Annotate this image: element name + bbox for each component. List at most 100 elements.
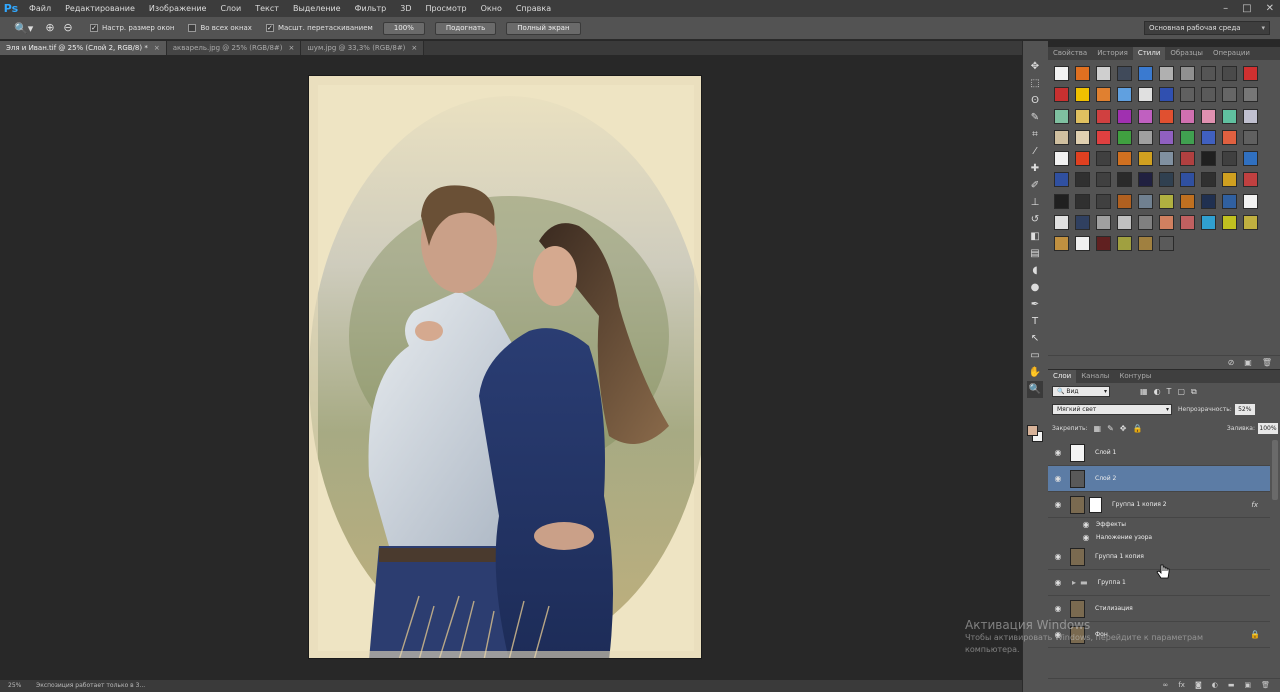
workspace-select[interactable]: Основная рабочая среда: [1144, 21, 1270, 35]
style-swatch[interactable]: [1138, 108, 1153, 124]
expand-arrow-icon[interactable]: ▸: [1072, 578, 1076, 587]
clone-stamp-tool-icon[interactable]: ⊥: [1027, 194, 1043, 211]
style-swatch[interactable]: [1243, 108, 1258, 124]
lasso-tool-icon[interactable]: ʘ: [1027, 92, 1043, 109]
lock-transparency-icon[interactable]: ▦: [1094, 424, 1102, 433]
style-swatch[interactable]: [1054, 151, 1069, 167]
style-swatch[interactable]: [1096, 172, 1111, 188]
layer-row[interactable]: ◉ Слой 1: [1048, 440, 1270, 466]
resize-windows-checkbox[interactable]: ✓ Настр. размер окон: [90, 24, 174, 32]
close-tab-icon[interactable]: ×: [289, 41, 295, 55]
style-swatch[interactable]: [1117, 236, 1132, 252]
visibility-eye-icon[interactable]: ◉: [1048, 474, 1068, 483]
add-mask-icon[interactable]: ◙: [1195, 679, 1202, 692]
doc-tab[interactable]: акварель.jpg @ 25% (RGB/8#) ×: [166, 41, 302, 55]
menu-item[interactable]: 3D: [393, 4, 418, 13]
move-tool-icon[interactable]: ✥: [1027, 58, 1043, 75]
layer-filter-select[interactable]: 🔍 Вид: [1052, 386, 1110, 397]
style-swatch[interactable]: [1222, 151, 1237, 167]
menu-item[interactable]: Изображение: [142, 4, 214, 13]
pen-tool-icon[interactable]: ✒: [1027, 296, 1043, 313]
style-swatch[interactable]: [1201, 193, 1216, 209]
style-swatch[interactable]: [1159, 129, 1174, 145]
style-swatch[interactable]: [1159, 236, 1174, 252]
link-layers-icon[interactable]: ∞: [1163, 679, 1169, 692]
visibility-eye-icon[interactable]: ◉: [1048, 604, 1068, 613]
fill-screen-button[interactable]: Полный экран: [506, 21, 581, 35]
doc-tab[interactable]: Эля и Иван.tif @ 25% (Слой 2, RGB/8) * ×: [0, 41, 167, 55]
style-swatch[interactable]: [1243, 151, 1258, 167]
type-tool-icon[interactable]: T: [1027, 313, 1043, 330]
dodge-tool-icon[interactable]: ●: [1027, 279, 1043, 296]
style-swatch[interactable]: [1075, 172, 1090, 188]
style-swatch[interactable]: [1180, 215, 1195, 231]
style-swatch[interactable]: [1201, 66, 1216, 81]
crop-tool-icon[interactable]: ⌗: [1027, 126, 1043, 143]
style-swatch[interactable]: [1201, 108, 1216, 124]
zoom-in-icon[interactable]: ⊕: [42, 20, 58, 36]
style-swatch[interactable]: [1096, 151, 1111, 167]
blur-tool-icon[interactable]: ◖: [1027, 262, 1043, 279]
eyedropper-tool-icon[interactable]: ⁄: [1027, 143, 1043, 160]
new-group-icon[interactable]: ▬: [1228, 679, 1235, 692]
style-swatch[interactable]: [1243, 172, 1258, 188]
layer-name[interactable]: Слой 2: [1095, 475, 1116, 482]
style-swatch[interactable]: [1117, 151, 1132, 167]
style-swatch[interactable]: [1117, 66, 1132, 81]
close-icon[interactable]: ✕: [1266, 3, 1274, 14]
style-swatch[interactable]: [1159, 172, 1174, 188]
visibility-eye-icon[interactable]: ◉: [1076, 533, 1096, 542]
lock-position-icon[interactable]: ✥: [1120, 424, 1127, 433]
visibility-eye-icon[interactable]: ◉: [1048, 552, 1068, 561]
healing-brush-tool-icon[interactable]: ✚: [1027, 160, 1043, 177]
visibility-eye-icon[interactable]: ◉: [1048, 630, 1068, 639]
style-swatch[interactable]: [1075, 193, 1090, 209]
layer-name[interactable]: Группа 1 копия: [1095, 553, 1144, 560]
minimize-icon[interactable]: –: [1223, 3, 1228, 14]
zoom-100-button[interactable]: 100%: [382, 21, 425, 35]
style-swatch[interactable]: [1201, 87, 1216, 103]
visibility-eye-icon[interactable]: ◉: [1076, 520, 1096, 529]
menu-item[interactable]: Редактирование: [58, 4, 142, 13]
style-swatch[interactable]: [1075, 215, 1090, 231]
style-swatch[interactable]: [1201, 215, 1216, 231]
style-swatch[interactable]: [1054, 108, 1069, 124]
style-swatch[interactable]: [1054, 193, 1069, 209]
brush-tool-icon[interactable]: ✐: [1027, 177, 1043, 194]
layer-effect-row[interactable]: ◉ Эффекты: [1048, 518, 1270, 531]
zoom-out-icon[interactable]: ⊖: [60, 20, 76, 36]
menu-item[interactable]: Файл: [22, 4, 58, 13]
style-swatch[interactable]: [1117, 215, 1132, 231]
filter-type-icon[interactable]: T: [1167, 387, 1172, 397]
style-swatch[interactable]: [1075, 236, 1090, 252]
layer-effect-row[interactable]: ◉ Наложение узора: [1048, 531, 1270, 544]
layer-row[interactable]: ◉ Группа 1 копия 2 fx: [1048, 492, 1270, 518]
layer-name[interactable]: Слой 1: [1095, 449, 1116, 456]
style-swatch[interactable]: [1243, 87, 1258, 103]
style-swatch[interactable]: [1222, 215, 1237, 231]
style-swatch[interactable]: [1138, 87, 1153, 103]
style-swatch[interactable]: [1222, 193, 1237, 209]
filter-pixel-icon[interactable]: ▦: [1140, 387, 1148, 397]
panel-tab[interactable]: Стили: [1132, 47, 1166, 60]
style-swatch[interactable]: [1075, 129, 1090, 145]
layer-thumbnail[interactable]: [1070, 443, 1085, 462]
zoom-tool-icon[interactable]: 🔍: [1027, 381, 1043, 398]
style-swatch[interactable]: [1159, 193, 1174, 209]
style-swatch[interactable]: [1054, 215, 1069, 231]
style-swatch[interactable]: [1159, 151, 1174, 167]
style-swatch[interactable]: [1201, 151, 1216, 167]
fit-screen-button[interactable]: Подогнать: [434, 21, 497, 35]
layer-thumbnail[interactable]: [1070, 547, 1085, 566]
canvas-area[interactable]: [0, 55, 1022, 680]
status-zoom[interactable]: 25%: [0, 680, 30, 692]
panel-tab[interactable]: Свойства: [1048, 47, 1092, 60]
style-swatch[interactable]: [1096, 108, 1111, 124]
style-swatch[interactable]: [1180, 172, 1195, 188]
style-swatch[interactable]: [1117, 87, 1132, 103]
layer-name[interactable]: Группа 1: [1098, 579, 1126, 586]
style-swatch[interactable]: [1180, 151, 1195, 167]
style-swatch[interactable]: [1096, 215, 1111, 231]
layer-thumbnail[interactable]: [1070, 625, 1085, 644]
style-swatch[interactable]: [1138, 236, 1153, 252]
